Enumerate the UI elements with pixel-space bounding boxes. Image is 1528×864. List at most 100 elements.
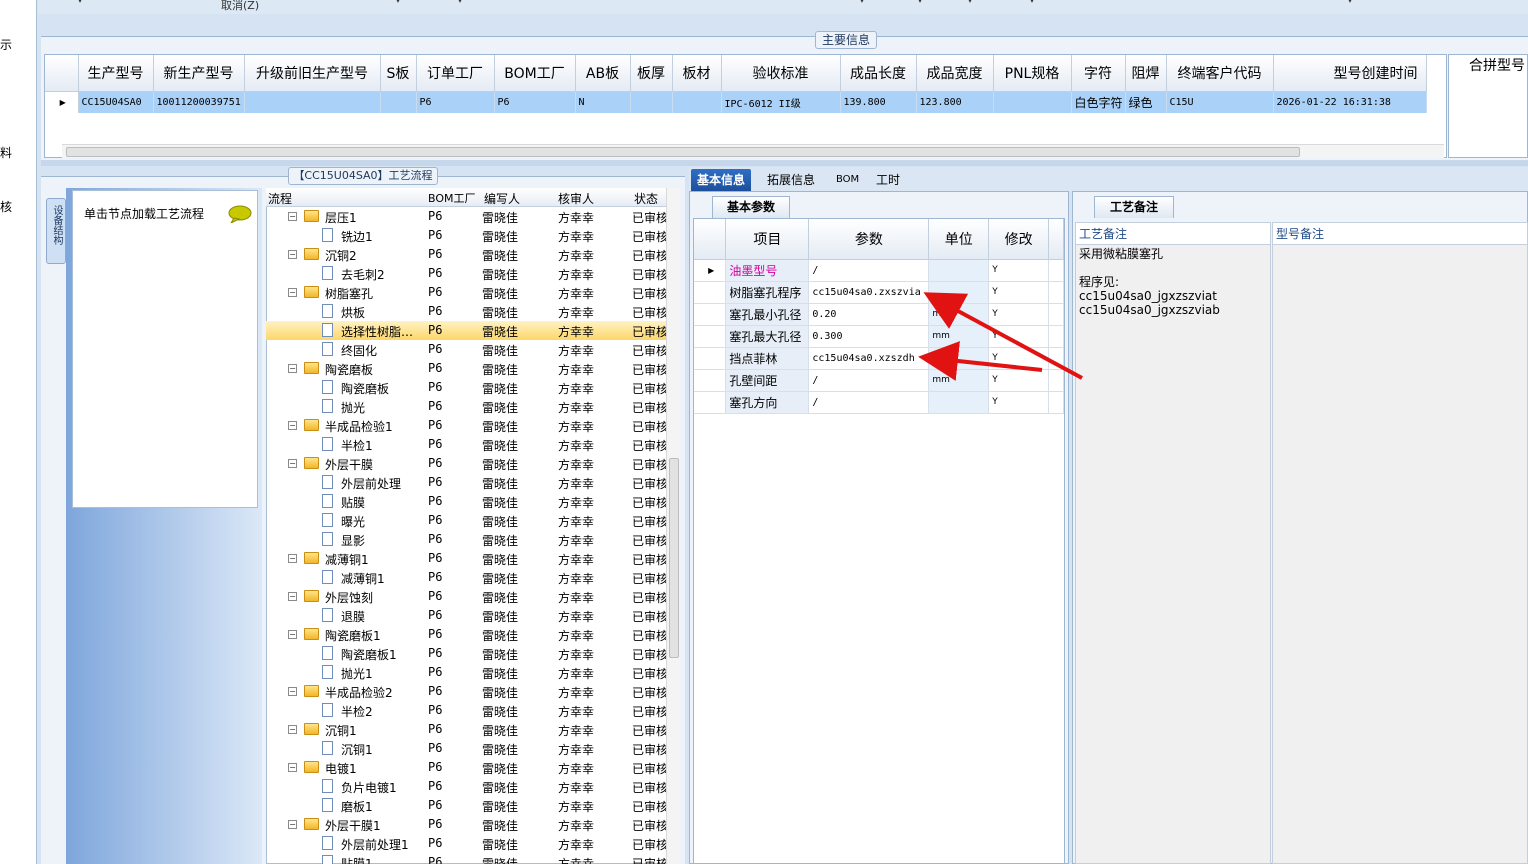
chevron-down-icon[interactable]: ▾	[1348, 0, 1352, 5]
process-tree-row[interactable]: 半检2 P6 雷晓佳 方幸幸 已审核	[266, 701, 666, 720]
collapse-icon[interactable]: −	[288, 250, 297, 259]
param-modify-cell[interactable]: Y	[988, 325, 1050, 348]
process-tree-row[interactable]: − 电镀1 P6 雷晓佳 方幸幸 已审核	[266, 758, 666, 777]
params-row[interactable]: ▶ 油墨型号 / Y	[694, 259, 1064, 282]
column-header[interactable]: BOM工厂	[494, 55, 576, 92]
process-tree-row[interactable]: 抛光 P6 雷晓佳 方幸幸 已审核	[266, 397, 666, 416]
process-tree-row[interactable]: − 陶瓷磨板 P6 雷晓佳 方幸幸 已审核	[266, 359, 666, 378]
scrollbar-thumb[interactable]	[669, 458, 679, 658]
scrollbar-thumb[interactable]	[66, 147, 1300, 157]
horizontal-scrollbar[interactable]	[62, 144, 1444, 158]
param-modify-cell[interactable]: Y	[988, 281, 1050, 304]
process-tree-row[interactable]: 抛光1 P6 雷晓佳 方幸幸 已审核	[266, 663, 666, 682]
chevron-down-icon[interactable]: ▾	[860, 0, 864, 5]
param-value-cell[interactable]: 0.20	[808, 303, 930, 326]
table-cell[interactable]	[380, 91, 417, 113]
column-header[interactable]: 字符	[1071, 55, 1126, 92]
collapse-icon[interactable]: −	[288, 421, 297, 430]
table-cell[interactable]: 绿色	[1125, 91, 1167, 113]
column-header[interactable]: 项目	[725, 219, 810, 260]
params-row[interactable]: 塞孔最大孔径 0.300 mm Y	[694, 325, 1064, 348]
column-header[interactable]: 板厚	[630, 55, 673, 92]
table-cell[interactable]	[993, 91, 1072, 113]
process-tree-row[interactable]: − 沉铜2 P6 雷晓佳 方幸幸 已审核	[266, 245, 666, 264]
param-value-cell[interactable]: /	[808, 391, 930, 414]
param-unit-cell[interactable]: mm	[928, 303, 990, 326]
process-tree-row[interactable]: 减薄铜1 P6 雷晓佳 方幸幸 已审核	[266, 568, 666, 587]
column-header[interactable]: 成品长度	[840, 55, 917, 92]
column-header[interactable]: 板材	[672, 55, 722, 92]
table-row[interactable]: ▶ CC15U04SA0 10011200039751 P6 P6 N IPC-…	[45, 91, 1427, 113]
param-value-cell[interactable]: /	[808, 259, 930, 282]
collapse-icon[interactable]: −	[288, 288, 297, 297]
process-tree-row[interactable]: − 沉铜1 P6 雷晓佳 方幸幸 已审核	[266, 720, 666, 739]
collapse-icon[interactable]: −	[288, 212, 297, 221]
left-strip-label[interactable]: 料	[0, 144, 12, 161]
process-tree-row[interactable]: − 树脂塞孔 P6 雷晓佳 方幸幸 已审核	[266, 283, 666, 302]
table-cell[interactable]: P6	[494, 91, 576, 113]
table-cell[interactable]: 10011200039751	[153, 91, 245, 113]
chevron-down-icon[interactable]: ▾	[396, 0, 400, 5]
process-tree-row[interactable]: 终固化 P6 雷晓佳 方幸幸 已审核	[266, 340, 666, 359]
table-cell[interactable]: CC15U04SA0	[78, 91, 154, 113]
column-header[interactable]: PNL规格	[993, 55, 1072, 92]
collapse-icon[interactable]: −	[288, 459, 297, 468]
param-modify-cell[interactable]: Y	[988, 347, 1050, 370]
process-tree-row[interactable]: 外层前处理 P6 雷晓佳 方幸幸 已审核	[266, 473, 666, 492]
table-cell[interactable]: 2026-01-22 16:31:38	[1273, 91, 1427, 113]
param-unit-cell[interactable]: mm	[928, 325, 990, 348]
process-tree-row[interactable]: 去毛刺2 P6 雷晓佳 方幸幸 已审核	[266, 264, 666, 283]
tab-bom[interactable]: BOM	[830, 169, 865, 191]
chevron-down-icon[interactable]: ▾	[918, 0, 922, 5]
column-header[interactable]: 成品宽度	[916, 55, 994, 92]
params-row[interactable]: 树脂塞孔程序 cc15u04sa0.zxszvia Y	[694, 281, 1064, 304]
column-header[interactable]: 验收标准	[721, 55, 841, 92]
collapse-icon[interactable]: −	[288, 820, 297, 829]
column-header[interactable]: 流程	[268, 190, 292, 207]
column-header[interactable]: 新生产型号	[153, 55, 245, 92]
row-header-corner[interactable]	[45, 55, 79, 92]
chevron-down-icon[interactable]: ▾	[968, 0, 972, 5]
collapse-icon[interactable]: −	[288, 554, 297, 563]
model-notes-box[interactable]: 型号备注	[1272, 222, 1528, 864]
param-modify-cell[interactable]: Y	[988, 369, 1050, 392]
process-tree-row[interactable]: 负片电镀1 P6 雷晓佳 方幸幸 已审核	[266, 777, 666, 796]
row-header-corner[interactable]	[694, 219, 727, 260]
param-value-cell[interactable]: 0.300	[808, 325, 930, 348]
column-header[interactable]: 型号创建时间	[1273, 55, 1427, 92]
process-tree-row[interactable]: 外层前处理1 P6 雷晓佳 方幸幸 已审核	[266, 834, 666, 853]
process-tree-row[interactable]: 贴膜 P6 雷晓佳 方幸幸 已审核	[266, 492, 666, 511]
params-row[interactable]: 塞孔方向 / Y	[694, 391, 1064, 414]
process-tree-row[interactable]: 显影 P6 雷晓佳 方幸幸 已审核	[266, 530, 666, 549]
table-cell[interactable]: N	[575, 91, 631, 113]
collapse-icon[interactable]: −	[288, 725, 297, 734]
column-header[interactable]: 状态	[634, 190, 658, 207]
param-unit-cell[interactable]	[928, 259, 990, 282]
param-value-cell[interactable]: cc15u04sa0.zxszvia	[808, 281, 930, 304]
column-header[interactable]: AB板	[575, 55, 631, 92]
vertical-scrollbar[interactable]	[666, 188, 680, 864]
process-tree-row[interactable]: 选择性树脂… P6 雷晓佳 方幸幸 已审核	[266, 321, 666, 340]
tab-extended-info[interactable]: 拓展信息	[761, 169, 821, 191]
column-header[interactable]: 升级前旧生产型号	[244, 55, 381, 92]
table-cell[interactable]: 139.800	[840, 91, 917, 113]
panel-splitter[interactable]	[41, 160, 1528, 166]
column-header[interactable]: 订单工厂	[416, 55, 495, 92]
param-unit-cell[interactable]	[928, 391, 990, 414]
column-header[interactable]: 终端客户代码	[1166, 55, 1274, 92]
process-tree-row[interactable]: 陶瓷磨板1 P6 雷晓佳 方幸幸 已审核	[266, 644, 666, 663]
column-header[interactable]: 编写人	[484, 190, 520, 207]
params-row[interactable]: 孔壁间距 / mm Y	[694, 369, 1064, 392]
process-tree-row[interactable]: − 减薄铜1 P6 雷晓佳 方幸幸 已审核	[266, 549, 666, 568]
column-header[interactable]: S板	[380, 55, 417, 92]
param-unit-cell[interactable]: mm	[928, 369, 990, 392]
process-notes-text[interactable]: 采用微粘膜塞孔 程序见: cc15u04sa0_jgxzszviat cc15u…	[1079, 247, 1220, 317]
process-tree-row[interactable]: 烘板 P6 雷晓佳 方幸幸 已审核	[266, 302, 666, 321]
process-tree-row[interactable]: 曝光 P6 雷晓佳 方幸幸 已审核	[266, 511, 666, 530]
collapse-icon[interactable]: −	[288, 763, 297, 772]
process-tree-row[interactable]: 铣边1 P6 雷晓佳 方幸幸 已审核	[266, 226, 666, 245]
param-modify-cell[interactable]: Y	[988, 391, 1050, 414]
param-unit-cell[interactable]	[928, 347, 990, 370]
process-tree-row[interactable]: − 外层蚀刻 P6 雷晓佳 方幸幸 已审核	[266, 587, 666, 606]
table-cell[interactable]: P6	[416, 91, 495, 113]
